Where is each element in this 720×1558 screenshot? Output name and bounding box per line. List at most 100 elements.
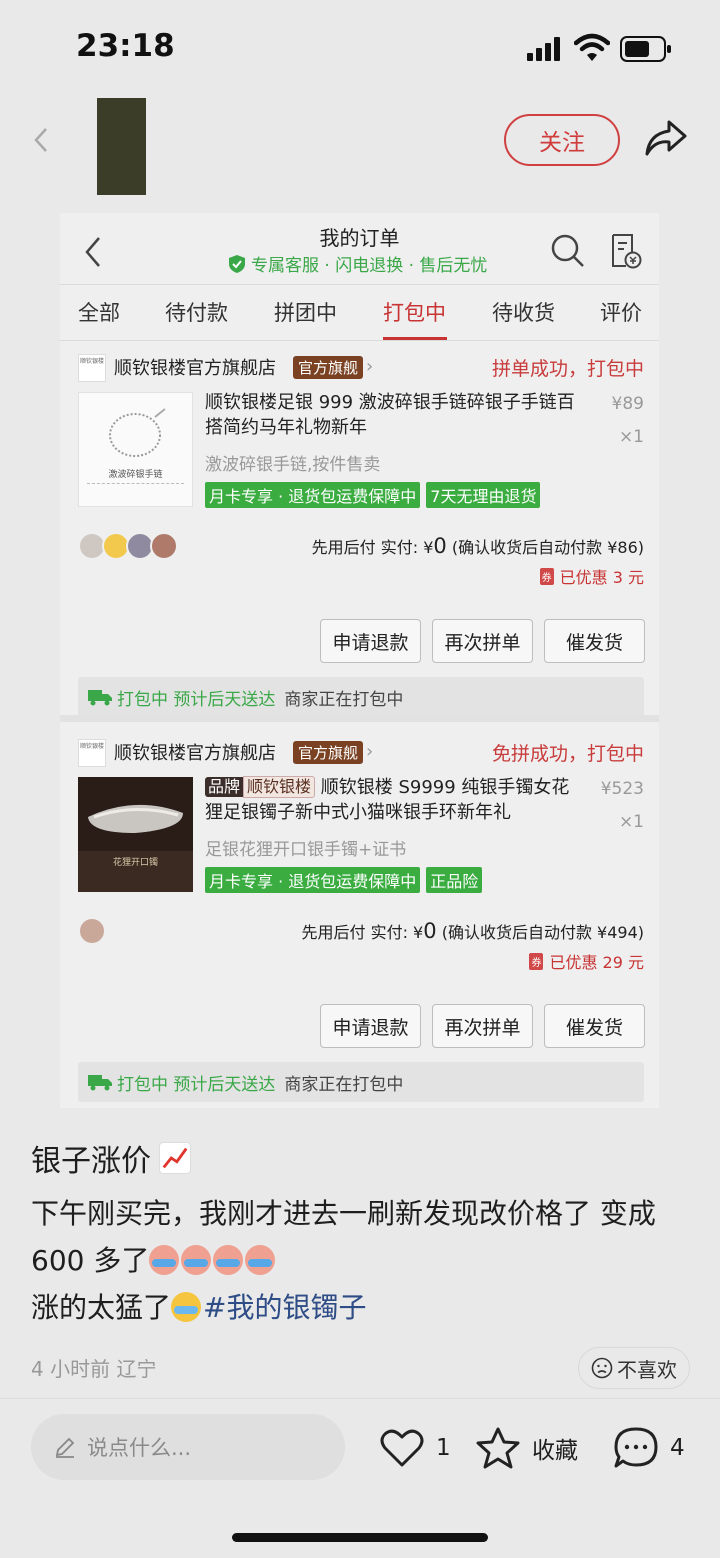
comment-count: 4 bbox=[670, 1435, 685, 1461]
avatar bbox=[150, 532, 178, 560]
tab-packing[interactable]: 打包中 bbox=[383, 297, 446, 327]
orders-subtitle-text: 专属客服 · 闪电退换 · 售后无忧 bbox=[251, 256, 488, 276]
reorder-button[interactable]: 再次拼单 bbox=[432, 1004, 533, 1048]
post-line-2: 600 多了 bbox=[31, 1237, 701, 1284]
search-icon[interactable] bbox=[550, 233, 586, 269]
share-icon[interactable] bbox=[643, 118, 689, 158]
service-tag: 7天无理由退货 bbox=[426, 482, 541, 508]
urge-shipping-button[interactable]: 催发货 bbox=[544, 619, 645, 663]
tab-review[interactable]: 评价 bbox=[600, 297, 642, 327]
thumbnail-spec-lines bbox=[87, 483, 184, 497]
like-count: 1 bbox=[436, 1435, 451, 1461]
shield-icon bbox=[229, 254, 245, 273]
service-tag: 月卡专享 · 退货包运费保障中 bbox=[205, 482, 421, 508]
product-title[interactable]: 品牌 顺钦银楼 顺钦银楼 S9999 纯银手镯女花狸足银镯子新中式小猫咪银手环新年… bbox=[205, 775, 585, 825]
payment-line: 先用后付 实付: ¥0 (确认收货后自动付款 ¥86) bbox=[312, 534, 644, 558]
shipping-detail: 商家正在打包中 bbox=[284, 689, 404, 710]
bracelet-image bbox=[109, 408, 166, 457]
shipping-status: 打包中 预计后天送达 bbox=[117, 1074, 276, 1095]
bangle-image bbox=[88, 804, 183, 833]
shipping-info[interactable]: 打包中 预计后天送达 商家正在打包中 bbox=[78, 677, 644, 717]
product-thumbnail[interactable]: 激波碎银手链 bbox=[78, 392, 193, 507]
product-quantity: ×1 bbox=[618, 812, 644, 832]
crying-cat-emoji-icon bbox=[171, 1292, 202, 1322]
tab-pending-payment[interactable]: 待付款 bbox=[165, 297, 228, 327]
product-price: ¥89 bbox=[611, 394, 644, 414]
chart-increasing-icon bbox=[159, 1142, 191, 1174]
shop-name[interactable]: 顺钦银楼官方旗舰店 bbox=[114, 354, 276, 380]
dislike-label: 不喜欢 bbox=[617, 1357, 677, 1382]
order-status: 免拼成功，打包中 bbox=[491, 743, 644, 765]
status-bar: 23:18 bbox=[0, 0, 720, 95]
service-tag: 月卡专享 · 退货包运费保障中 bbox=[205, 867, 421, 893]
avatar bbox=[78, 917, 106, 945]
shop-name[interactable]: 顺钦银楼官方旗舰店 bbox=[114, 739, 276, 765]
chevron-right-icon[interactable]: › bbox=[366, 356, 373, 377]
thumbnail-caption: 激波碎银手链 bbox=[108, 470, 163, 480]
tab-to-receive[interactable]: 待收货 bbox=[492, 297, 555, 327]
collect-label: 收藏 bbox=[532, 1438, 578, 1464]
post-title-text: 银子涨价 bbox=[31, 1144, 151, 1179]
payment-line: 先用后付 实付: ¥0 (确认收货后自动付款 ¥494) bbox=[301, 919, 644, 943]
chevron-right-icon[interactable]: › bbox=[366, 741, 373, 762]
divider bbox=[60, 340, 659, 341]
request-refund-button[interactable]: 申请退款 bbox=[320, 619, 421, 663]
follow-button[interactable]: 关注 bbox=[504, 114, 620, 166]
crying-emoji-icon bbox=[149, 1245, 180, 1275]
thumbnail-caption: 花狸开口镯 bbox=[112, 858, 158, 868]
product-quantity: ×1 bbox=[618, 427, 644, 447]
urge-shipping-button[interactable]: 催发货 bbox=[544, 1004, 645, 1048]
heart-icon bbox=[380, 1429, 424, 1467]
shipping-status: 打包中 预计后天送达 bbox=[117, 689, 276, 710]
divider bbox=[0, 1398, 720, 1399]
brand-tag: 品牌 bbox=[205, 777, 244, 797]
service-tags: 月卡专享 · 退货包运费保障中 正品险 bbox=[205, 867, 483, 893]
order-separator bbox=[60, 715, 659, 722]
comment-input[interactable]: 说点什么... bbox=[31, 1414, 345, 1480]
hashtag-link[interactable]: #我的银镯子 bbox=[203, 1291, 366, 1324]
receipt-icon[interactable] bbox=[610, 233, 642, 269]
payment-suffix: (确认收货后自动付款 ¥494) bbox=[436, 923, 644, 942]
author-avatar[interactable] bbox=[97, 98, 146, 195]
order-tabs: 全部 待付款 拼团中 打包中 待收货 评价 bbox=[60, 293, 659, 341]
dislike-button[interactable]: 不喜欢 bbox=[578, 1347, 690, 1389]
status-time: 23:18 bbox=[76, 28, 175, 64]
shop-logo: 顺钦银楼 bbox=[78, 739, 106, 767]
pen-icon bbox=[55, 1437, 75, 1458]
truck-icon bbox=[88, 1075, 112, 1091]
brand-name-tag: 顺钦银楼 bbox=[243, 776, 316, 798]
comment-button[interactable]: 4 bbox=[612, 1420, 685, 1476]
official-flagship-badge: 官方旗舰 bbox=[293, 356, 364, 379]
order-status: 拼单成功，打包中 bbox=[491, 358, 644, 380]
service-tags: 月卡专享 · 退货包运费保障中 7天无理由退货 bbox=[205, 482, 541, 508]
comment-icon bbox=[614, 1427, 658, 1468]
truck-icon bbox=[88, 690, 112, 706]
payment-prefix: 先用后付 实付: ¥ bbox=[301, 923, 424, 942]
payment-amount: 0 bbox=[433, 534, 447, 558]
request-refund-button[interactable]: 申请退款 bbox=[320, 1004, 421, 1048]
tab-all[interactable]: 全部 bbox=[78, 297, 120, 327]
crying-emoji-icon bbox=[245, 1245, 276, 1275]
post-line-3: 涨的太猛了 #我的银镯子 bbox=[31, 1284, 701, 1331]
product-thumbnail[interactable]: 花狸开口镯 bbox=[78, 777, 193, 892]
discount-line: 券 已优惠 3 元 bbox=[539, 564, 644, 588]
discount-text: 已优惠 29 元 bbox=[549, 953, 644, 972]
service-tag: 正品险 bbox=[426, 867, 483, 893]
home-indicator[interactable] bbox=[232, 1533, 488, 1542]
post-line-text: 涨的太猛了 bbox=[31, 1291, 172, 1324]
back-icon[interactable] bbox=[30, 125, 52, 155]
order-screenshot-card: 我的订单 专属客服 · 闪电退换 · 售后无忧 全部 待付款 拼团中 打包中 待… bbox=[60, 213, 659, 1108]
post-top-bar: 关注 bbox=[0, 95, 720, 195]
product-title[interactable]: 顺钦银楼足银 999 激波碎银手链碎银子手链百搭简约马年礼物新年 bbox=[205, 390, 585, 440]
tab-group-buying[interactable]: 拼团中 bbox=[274, 297, 337, 327]
like-button[interactable]: 1 bbox=[378, 1420, 451, 1476]
discount-text: 已优惠 3 元 bbox=[559, 568, 644, 587]
wifi-icon bbox=[574, 33, 610, 61]
post-title: 银子涨价 bbox=[31, 1136, 191, 1180]
shipping-info[interactable]: 打包中 预计后天送达 商家正在打包中 bbox=[78, 1062, 644, 1102]
coupon-icon: 券 bbox=[539, 567, 554, 585]
payment-prefix: 先用后付 实付: ¥ bbox=[311, 538, 434, 557]
collect-button[interactable]: 收藏 bbox=[474, 1420, 578, 1476]
orders-subtitle: 专属客服 · 闪电退换 · 售后无忧 bbox=[229, 251, 487, 276]
reorder-button[interactable]: 再次拼单 bbox=[432, 619, 533, 663]
